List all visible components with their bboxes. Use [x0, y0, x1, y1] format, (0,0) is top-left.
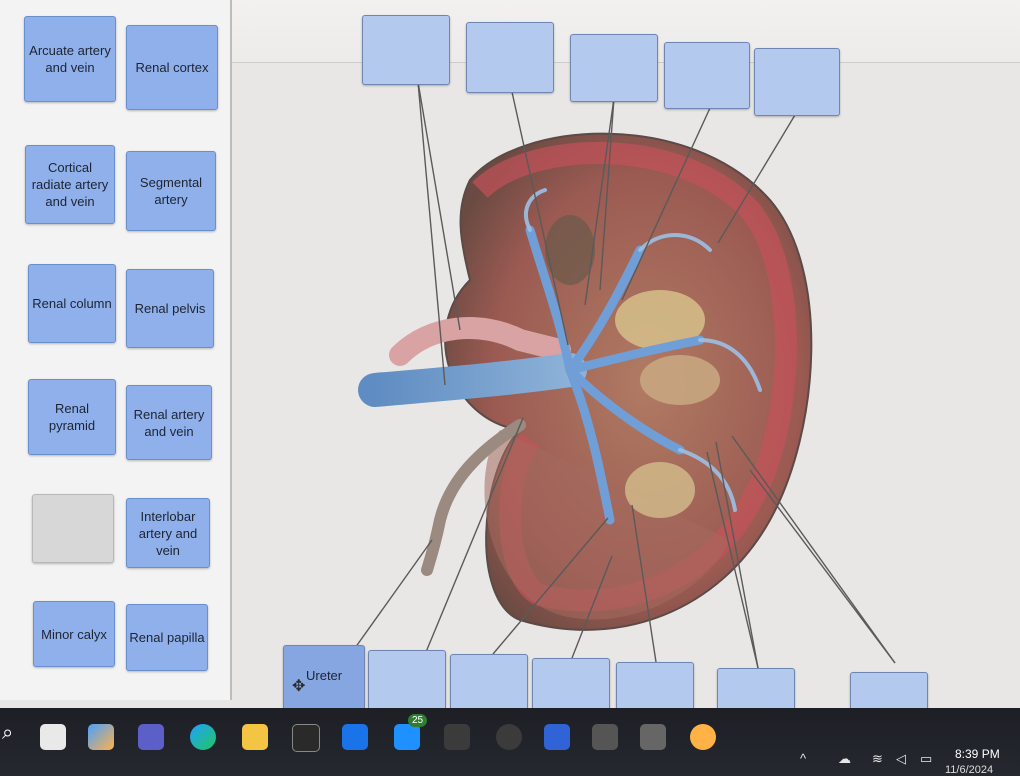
- mail-badge: 25: [408, 714, 428, 727]
- drop-zone-top-5[interactable]: [754, 48, 840, 116]
- drop-zone-top-1[interactable]: [362, 15, 450, 85]
- clock-time[interactable]: 8:39 PM: [955, 747, 1000, 761]
- wifi-icon[interactable]: ≋: [872, 751, 883, 767]
- drop-zone-ureter[interactable]: Ureter ✥: [283, 645, 365, 715]
- dropbox-icon[interactable]: [342, 724, 368, 750]
- taskbar: ⌕ 25 ^ ☁ ≋ ◁ ▭ 8:39 PM 11/6/2024: [0, 708, 1020, 776]
- drop-zone-top-2[interactable]: [466, 22, 554, 93]
- copilot-icon[interactable]: [88, 724, 114, 750]
- store-icon[interactable]: [292, 724, 320, 752]
- app-icon-4[interactable]: [592, 724, 618, 750]
- app-icon-6[interactable]: [690, 724, 716, 750]
- move-icon[interactable]: ✥: [292, 676, 305, 696]
- weather-icon[interactable]: ☁: [838, 751, 851, 767]
- edge-icon[interactable]: [190, 724, 216, 750]
- lab-app: ☆ 1 4 Arcuate artery and vein Renal cort…: [0, 0, 1020, 776]
- app-icon-2[interactable]: [496, 724, 522, 750]
- drop-zone-top-3[interactable]: [570, 34, 658, 102]
- battery-icon[interactable]: ▭: [920, 751, 932, 767]
- file-explorer-icon[interactable]: [242, 724, 268, 750]
- clock-date[interactable]: 11/6/2024: [945, 764, 993, 776]
- app-icon-5[interactable]: [640, 724, 666, 750]
- volume-icon[interactable]: ◁: [896, 751, 906, 767]
- search-icon[interactable]: ⌕: [2, 722, 13, 745]
- task-view-icon[interactable]: [40, 724, 66, 750]
- drop-zone-top-4[interactable]: [664, 42, 750, 109]
- chevron-up-icon[interactable]: ^: [800, 751, 806, 766]
- app-icon-3[interactable]: [544, 724, 570, 750]
- mail-icon[interactable]: 25: [394, 714, 428, 750]
- app-icon-1[interactable]: [444, 724, 470, 750]
- drop-zone-ureter-label: Ureter: [306, 668, 343, 683]
- teams-icon[interactable]: [138, 724, 164, 750]
